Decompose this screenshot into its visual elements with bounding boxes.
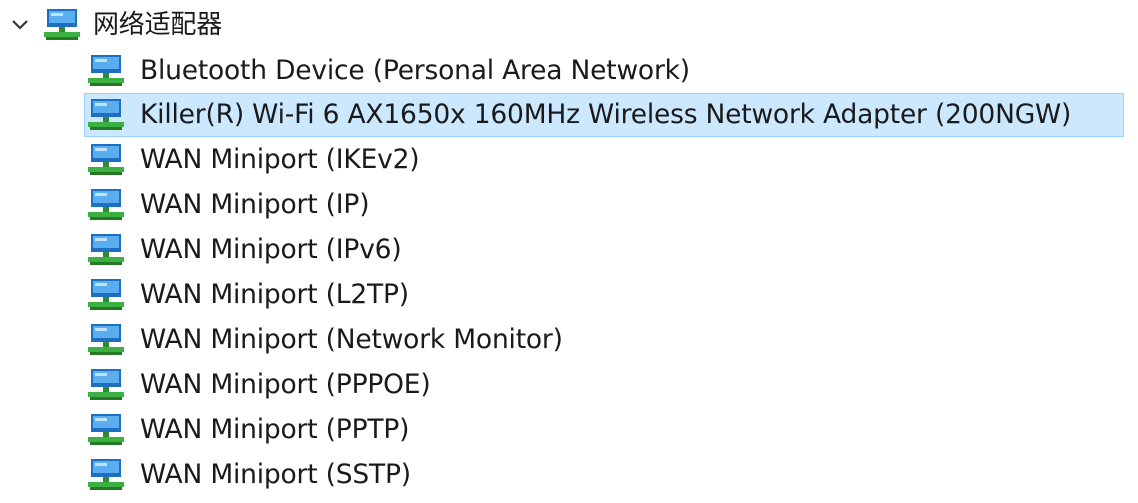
category-label: 网络适配器 [93,10,223,40]
network-adapter-icon [86,228,128,272]
tree-item-label: WAN Miniport (PPPOE) [140,369,431,400]
tree-item[interactable]: Killer(R) Wi-Fi 6 AX1650x 160MHz Wireles… [84,93,1124,137]
tree-item-label: WAN Miniport (IKEv2) [140,144,420,175]
tree-item-label: WAN Miniport (IPv6) [140,234,402,265]
tree-item-label: Killer(R) Wi-Fi 6 AX1650x 160MHz Wireles… [140,99,1072,130]
tree-item-label: WAN Miniport (L2TP) [140,279,409,310]
tree-item[interactable]: WAN Miniport (PPPOE) [84,363,1124,407]
device-tree: 网络适配器 Bluetooth Device (Personal Area Ne… [0,0,1138,503]
tree-item-label: WAN Miniport (IP) [140,189,370,220]
network-adapter-icon [86,183,128,227]
tree-item-label: WAN Miniport (SSTP) [140,459,411,490]
tree-category-network-adapters[interactable]: 网络适配器 [0,3,222,47]
network-adapter-icon [86,138,128,182]
network-adapter-icon [42,3,84,47]
network-adapter-icon [86,93,128,137]
tree-item[interactable]: WAN Miniport (L2TP) [84,273,1124,317]
tree-item[interactable]: WAN Miniport (Network Monitor) [84,318,1124,362]
network-adapter-icon [86,273,128,317]
tree-item[interactable]: WAN Miniport (SSTP) [84,453,1124,497]
tree-item-label: WAN Miniport (PPTP) [140,414,410,445]
chevron-down-icon[interactable] [0,3,40,47]
network-adapter-icon [86,49,128,93]
network-adapter-icon [86,453,128,497]
tree-item[interactable]: WAN Miniport (IKEv2) [84,138,1124,182]
tree-item[interactable]: Bluetooth Device (Personal Area Network) [84,49,1124,93]
network-adapter-icon [86,318,128,362]
network-adapter-icon [86,408,128,452]
tree-item[interactable]: WAN Miniport (IP) [84,183,1124,227]
tree-item[interactable]: WAN Miniport (PPTP) [84,408,1124,452]
tree-item-label: Bluetooth Device (Personal Area Network) [140,55,690,86]
network-adapter-icon [86,363,128,407]
tree-item[interactable]: WAN Miniport (IPv6) [84,228,1124,272]
tree-item-label: WAN Miniport (Network Monitor) [140,324,563,355]
